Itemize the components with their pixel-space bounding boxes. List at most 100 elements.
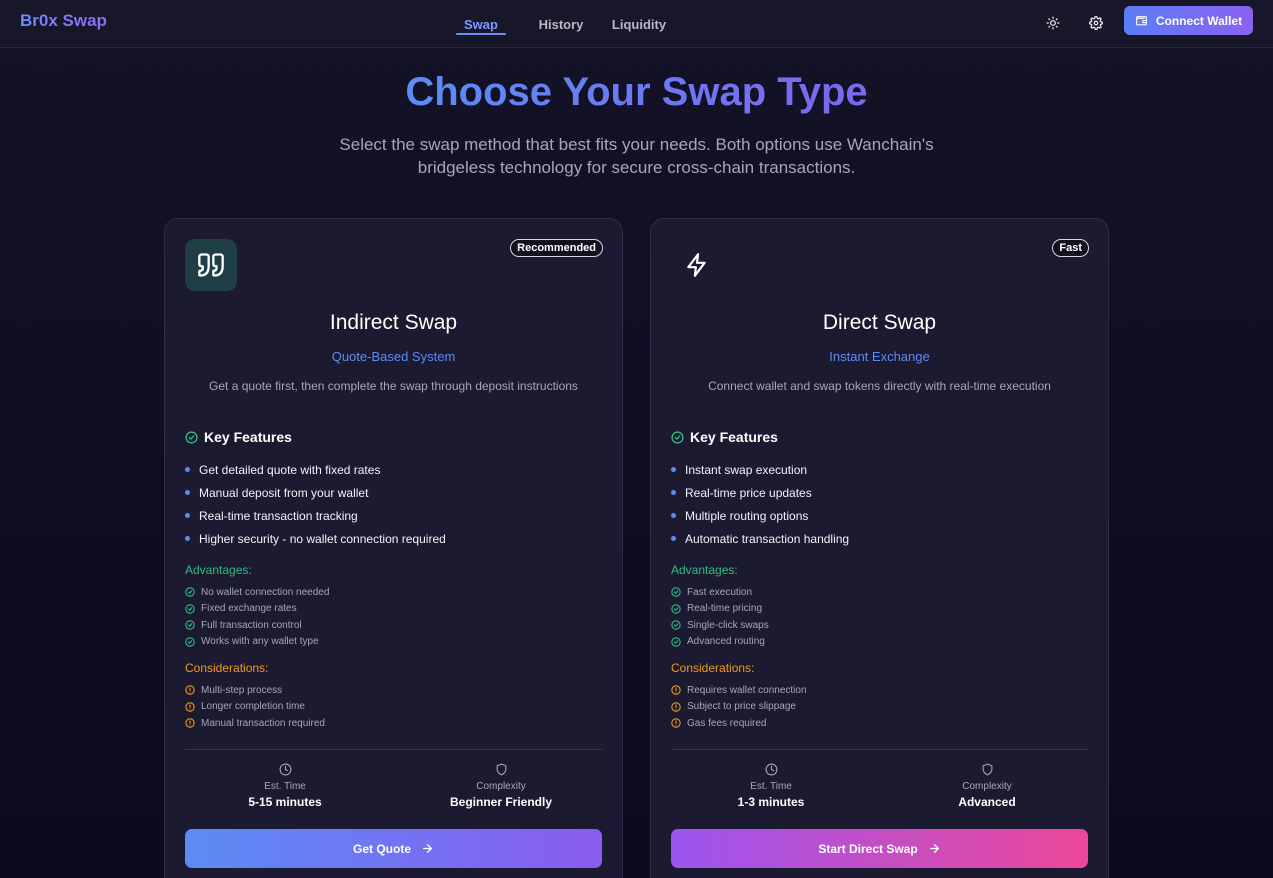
key-features-heading: Key Features	[185, 429, 292, 445]
est-time-stat: Est. Time 5-15 minutes	[185, 763, 385, 809]
list-item: Get detailed quote with fixed rates	[185, 458, 446, 481]
direct-swap-card[interactable]: Fast Direct Swap Instant Exchange Connec…	[650, 218, 1109, 878]
complexity-stat: Complexity Advanced	[887, 763, 1087, 809]
divider	[671, 749, 1088, 750]
tab-swap[interactable]: Swap	[456, 0, 506, 48]
advantages-list: No wallet connection needed Fixed exchan…	[185, 584, 329, 650]
card-title: Direct Swap	[822, 311, 937, 334]
quote-icon	[185, 239, 237, 291]
est-time-stat: Est. Time 1-3 minutes	[671, 763, 871, 809]
considerations-list: Requires wallet connection Subject to pr…	[671, 682, 807, 732]
list-item: Gas fees required	[671, 715, 807, 732]
check-circle-icon	[185, 430, 198, 444]
arrow-right-icon	[423, 844, 432, 853]
tab-liquidity[interactable]: Liquidity	[608, 0, 670, 48]
sun-icon[interactable]	[1042, 12, 1064, 34]
check-circle-icon	[185, 637, 195, 647]
fast-badge: Fast	[1052, 239, 1089, 257]
card-description: Get a quote first, then complete the swa…	[209, 379, 578, 393]
get-quote-button[interactable]: Get Quote	[185, 829, 602, 868]
alert-circle-icon	[185, 718, 195, 728]
tab-history[interactable]: History	[530, 0, 592, 48]
stat-label: Est. Time	[750, 781, 792, 792]
gear-icon[interactable]	[1085, 12, 1107, 34]
stat-value: 5-15 minutes	[248, 795, 322, 809]
alert-circle-icon	[671, 702, 681, 712]
connect-wallet-label: Connect Wallet	[1155, 13, 1243, 28]
bullet-icon	[185, 536, 190, 541]
considerations-list: Multi-step process Longer completion tim…	[185, 682, 325, 732]
card-description: Connect wallet and swap tokens directly …	[708, 379, 1051, 393]
card-subtitle: Quote-Based System	[331, 349, 456, 364]
lightning-icon	[671, 239, 723, 291]
clock-icon	[765, 763, 777, 776]
check-circle-icon	[185, 587, 195, 597]
card-title: Indirect Swap	[329, 311, 458, 334]
bullet-icon	[671, 467, 676, 472]
considerations-heading: Considerations:	[671, 661, 755, 675]
stat-label: Complexity	[962, 781, 1012, 792]
stat-label: Est. Time	[264, 781, 306, 792]
shield-icon	[496, 763, 506, 776]
stat-label: Complexity	[476, 781, 526, 792]
list-item: Fast execution	[671, 584, 769, 601]
page-title: Choose Your Swap Type	[405, 70, 868, 114]
list-item: Works with any wallet type	[185, 634, 329, 651]
list-item: Requires wallet connection	[671, 682, 807, 699]
stat-value: Beginner Friendly	[449, 795, 553, 809]
bullet-icon	[185, 467, 190, 472]
check-circle-icon	[671, 587, 681, 597]
list-item: Multi-step process	[185, 682, 325, 699]
check-circle-icon	[671, 620, 681, 630]
page-subtitle: Select the swap method that best fits yo…	[339, 135, 934, 177]
list-item: Instant swap execution	[671, 458, 849, 481]
top-navigation-bar: Br0x Swap Swap History Liquidity Connect…	[0, 0, 1273, 48]
clock-icon	[279, 763, 291, 776]
advantages-list: Fast execution Real-time pricing Single-…	[671, 584, 769, 650]
indirect-swap-card[interactable]: Recommended Indirect Swap Quote-Based Sy…	[164, 218, 623, 878]
considerations-heading: Considerations:	[185, 661, 269, 675]
advantages-heading: Advantages:	[671, 563, 738, 577]
check-circle-icon	[671, 637, 681, 647]
list-item: Real-time price updates	[671, 481, 849, 504]
connect-wallet-button[interactable]: Connect Wallet	[1124, 6, 1253, 35]
bullet-icon	[671, 513, 676, 518]
list-item: Real-time pricing	[671, 601, 769, 618]
brand-logo[interactable]: Br0x Swap	[20, 11, 107, 31]
arrow-right-icon	[929, 844, 939, 853]
bullet-icon	[671, 536, 676, 541]
list-item: Real-time transaction tracking	[185, 504, 446, 527]
list-item: Full transaction control	[185, 617, 329, 634]
start-direct-swap-button[interactable]: Start Direct Swap	[671, 829, 1088, 868]
list-item: Multiple routing options	[671, 504, 849, 527]
main-nav: Swap History Liquidity	[456, 0, 670, 48]
card-subtitle: Instant Exchange	[829, 349, 930, 364]
list-item: Subject to price slippage	[671, 699, 807, 716]
advantages-heading: Advantages:	[185, 563, 252, 577]
alert-circle-icon	[185, 702, 195, 712]
alert-circle-icon	[185, 685, 195, 695]
stat-value: 1-3 minutes	[737, 795, 805, 809]
list-item: Fixed exchange rates	[185, 601, 329, 618]
bullet-icon	[185, 513, 190, 518]
check-circle-icon	[671, 430, 684, 444]
list-item: Single-click swaps	[671, 617, 769, 634]
divider	[185, 749, 602, 750]
list-item: Automatic transaction handling	[671, 527, 849, 550]
check-circle-icon	[671, 604, 681, 614]
list-item: Higher security - no wallet connection r…	[185, 527, 446, 550]
bullet-icon	[185, 490, 190, 495]
check-circle-icon	[185, 620, 195, 630]
check-circle-icon	[185, 604, 195, 614]
list-item: No wallet connection needed	[185, 584, 329, 601]
list-item: Longer completion time	[185, 699, 325, 716]
bullet-icon	[671, 490, 676, 495]
features-list: Instant swap execution Real-time price u…	[671, 458, 849, 550]
features-list: Get detailed quote with fixed rates Manu…	[185, 458, 446, 550]
key-features-heading: Key Features	[671, 429, 778, 445]
wallet-icon	[1135, 16, 1147, 26]
list-item: Manual transaction required	[185, 715, 325, 732]
list-item: Advanced routing	[671, 634, 769, 651]
stat-value: Advanced	[958, 795, 1016, 809]
shield-icon	[982, 763, 992, 776]
